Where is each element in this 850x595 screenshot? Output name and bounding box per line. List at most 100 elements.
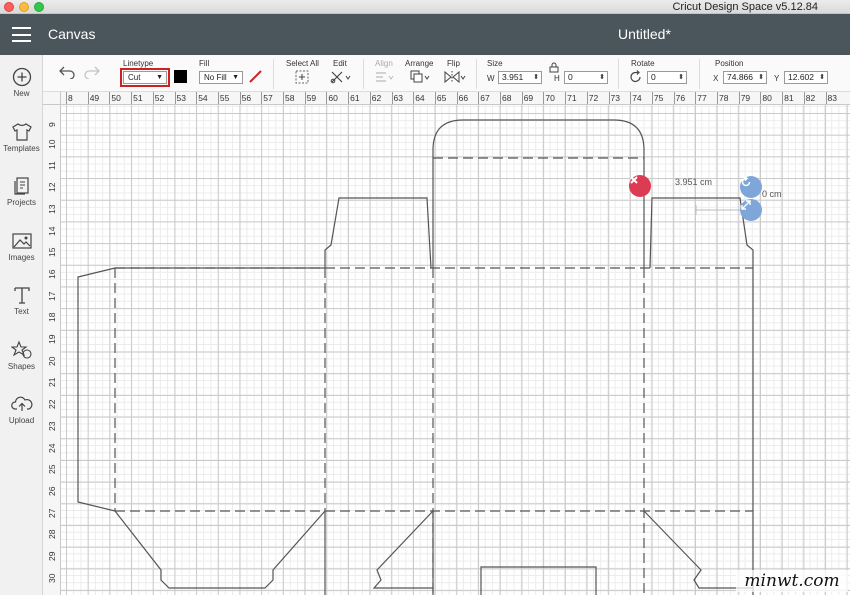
- ruler-tick: [695, 92, 697, 104]
- ruler-left-label: 27: [47, 508, 57, 518]
- ruler-top-label: 82: [805, 93, 816, 103]
- close-window-button[interactable]: [4, 2, 14, 12]
- sidebar-item-text[interactable]: Text: [0, 285, 43, 333]
- ruler-tick: [630, 92, 632, 104]
- ruler-left-label: 15: [47, 247, 57, 258]
- select-all-label: Select All: [286, 59, 319, 68]
- select-all-icon[interactable]: [295, 70, 309, 84]
- ruler-left-label: 18: [47, 312, 57, 323]
- ruler-tick: [738, 92, 740, 104]
- arrange-icon[interactable]: [409, 70, 431, 84]
- fill-color-swatch-icon[interactable]: [248, 69, 263, 84]
- ruler-tick: [673, 92, 675, 104]
- ruler-top-label: 73: [610, 93, 620, 103]
- app-title: Cricut Design Space v5.12.84: [672, 1, 818, 13]
- top-lid: [432, 119, 645, 268]
- ruler-tick: [543, 92, 545, 104]
- ruler-top-label: 50: [111, 93, 121, 103]
- ruler-left-label: 16: [47, 269, 57, 279]
- ruler-tick: [261, 92, 263, 104]
- ruler-top-label: 79: [740, 93, 751, 103]
- position-y-input[interactable]: 12.602 ⬍: [784, 71, 828, 84]
- minimize-window-button[interactable]: [19, 2, 29, 12]
- linetype-select[interactable]: Cut ▼: [123, 71, 167, 84]
- ruler-tick: [825, 92, 827, 104]
- box-template-drawing[interactable]: [61, 105, 850, 595]
- redo-icon[interactable]: [83, 65, 101, 79]
- ruler-top-label: 62: [371, 93, 382, 103]
- ruler-top-label: 66: [458, 93, 469, 103]
- ruler-left-label: 11: [47, 161, 57, 171]
- flip-icon[interactable]: [443, 70, 467, 84]
- zoom-window-button[interactable]: [34, 2, 44, 12]
- edit-scissors-icon[interactable]: [330, 70, 352, 84]
- toolbar-divider: [363, 59, 364, 89]
- ruler-tick: [66, 92, 67, 104]
- ruler-corner: [43, 92, 61, 105]
- ruler-top-label: 65: [436, 93, 447, 103]
- ruler-left-label: 9: [47, 122, 57, 127]
- sidebar-item-images[interactable]: Images: [0, 231, 43, 279]
- delete-handle[interactable]: [629, 175, 651, 197]
- ruler-tick: [434, 92, 436, 104]
- projects-icon: [13, 177, 29, 195]
- design-canvas[interactable]: 3.951 cm 0 cm: [61, 105, 850, 595]
- height-input[interactable]: 0 ⬍: [564, 71, 608, 84]
- sidebar-item-projects[interactable]: Projects: [0, 176, 43, 224]
- sidebar-item-templates[interactable]: Templates: [0, 122, 43, 170]
- ruler-left-label: 10: [47, 139, 57, 149]
- ruler-tick: [586, 92, 588, 104]
- section-title: Canvas: [48, 26, 96, 42]
- ruler-tick: [456, 92, 458, 104]
- ruler-tick: [283, 92, 284, 104]
- ruler-top-label: 8: [68, 93, 73, 103]
- ruler-left-label: 19: [47, 334, 57, 344]
- rotate-icon: [741, 176, 751, 187]
- image-icon: [11, 233, 32, 249]
- ruler-top-label: 63: [393, 93, 403, 103]
- ruler-left-label: 26: [47, 486, 57, 496]
- ruler-top-label: 59: [306, 93, 317, 103]
- upper-left-flap: [324, 197, 432, 269]
- sidebar-item-new[interactable]: New: [0, 67, 43, 115]
- fill-select[interactable]: No Fill ▼: [199, 71, 243, 84]
- sidebar-item-shapes[interactable]: Shapes: [0, 340, 43, 388]
- rotate-handle[interactable]: [740, 176, 762, 198]
- undo-icon[interactable]: [58, 65, 76, 79]
- position-x-input[interactable]: 74.866 ⬍: [723, 71, 767, 84]
- rotate-icon: [630, 70, 641, 83]
- shapes-icon: [10, 340, 32, 359]
- lock-icon[interactable]: [548, 62, 560, 73]
- document-title[interactable]: Untitled*: [618, 14, 671, 55]
- rotate-input[interactable]: 0 ⬍: [647, 71, 687, 84]
- ruler-left-label: 14: [47, 226, 57, 236]
- width-input[interactable]: 3.951 ⬍: [498, 71, 542, 84]
- ruler-top-label: 78: [719, 93, 729, 103]
- sidebar-item-label: New: [13, 89, 30, 98]
- left-tab-outline: [77, 267, 116, 512]
- hamburger-menu-icon[interactable]: [12, 27, 31, 42]
- watermark: minwt.com: [736, 570, 848, 592]
- linetype-color-swatch[interactable]: [174, 70, 187, 83]
- ruler-tick: [651, 92, 653, 104]
- sidebar-item-upload[interactable]: Upload: [0, 394, 43, 442]
- ruler-tick: [782, 92, 784, 104]
- ruler-top-label: 49: [89, 93, 100, 103]
- ruler-top[interactable]: 8 49 50 51 52 53 54 55 56 57 58 59 60 61 62 63 64 65 66 67 6…: [61, 92, 850, 105]
- ruler-top-label: 61: [350, 93, 360, 103]
- align-label: Align: [375, 59, 393, 68]
- sidebar-item-label: Projects: [7, 198, 36, 207]
- ruler-tick: [196, 92, 198, 104]
- app-header: Canvas Untitled*: [0, 14, 850, 55]
- scale-handle[interactable]: [740, 199, 762, 221]
- ruler-left[interactable]: 9 10 11 12 13 14 15 16 17 18 19 20 21 22 23 24 25 26 27 28 2…: [43, 105, 61, 595]
- position-y-prefix: Y: [774, 74, 780, 83]
- width-dimension-label: 3.951 cm: [675, 177, 713, 187]
- lower-bottom: [432, 511, 597, 595]
- ruler-top-label: 53: [176, 93, 186, 103]
- ruler-top-label: 68: [502, 93, 512, 103]
- upper-right-flap: [649, 197, 754, 595]
- align-icon[interactable]: [374, 70, 396, 84]
- ruler-top-label: 69: [523, 93, 534, 103]
- ruler-top-label: 75: [653, 93, 664, 103]
